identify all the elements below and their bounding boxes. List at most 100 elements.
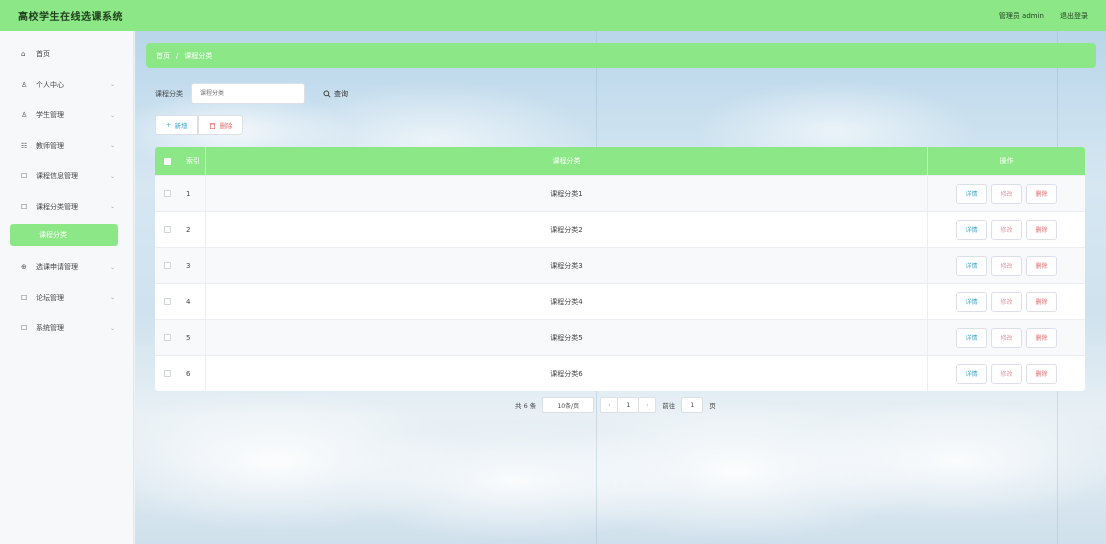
goto-label: 前往 <box>662 402 676 410</box>
edit-button[interactable]: 修改 <box>991 219 1022 240</box>
table-row: 2 课程分类2 详情 修改 删除 <box>155 211 1085 247</box>
top-header-bar: 高校学生在线选课系统 管理员 admin 退出登录 <box>0 0 1106 31</box>
course-category-table: 索引 课程分类 操作 1 课程分类1 详情 修改 删除 2 课程分类2 详情 修… <box>155 147 1085 391</box>
home-icon: ⌂ <box>21 50 26 59</box>
sidebar-item-profile[interactable]: ♙ 个人中心 ⌄ <box>0 70 133 101</box>
detail-button[interactable]: 详情 <box>956 255 987 276</box>
row-checkbox[interactable] <box>164 334 171 341</box>
sidebar-item-teachers[interactable]: ☷ 教师管理 ⌄ <box>0 131 133 162</box>
row-name: 课程分类4 <box>206 284 928 319</box>
sidebar-item-label: 课程信息管理 <box>36 172 78 181</box>
page-size-select[interactable]: 10条/页 <box>542 397 595 413</box>
row-name: 课程分类5 <box>206 320 928 355</box>
detail-button[interactable]: 详情 <box>956 327 987 348</box>
page-unit-label: 页 <box>709 402 716 410</box>
chevron-down-icon: ⌄ <box>109 203 115 211</box>
row-name: 课程分类1 <box>206 176 928 211</box>
pagination: 共 6 条 10条/页 ‹ 1 › 前往 1 页 <box>515 397 716 413</box>
row-index: 5 <box>180 320 206 355</box>
column-header-index: 索引 <box>180 147 206 175</box>
sidebar-item-label: 首页 <box>36 50 50 59</box>
row-name: 课程分类6 <box>206 356 928 391</box>
sidebar-item-label: 课程分类管理 <box>36 202 78 211</box>
prev-page-button[interactable]: ‹ <box>600 397 619 413</box>
add-button[interactable]: + 新增 <box>155 115 199 135</box>
chevron-down-icon: ⌄ <box>109 172 115 180</box>
sidebar-item-home[interactable]: ⌂ 首页 <box>0 39 133 70</box>
sidebar-item-label: 选课申请管理 <box>36 263 78 272</box>
search-label: 课程分类 <box>155 89 183 98</box>
header-actions: 管理员 admin 退出登录 <box>999 11 1088 21</box>
sidebar-item-label: 个人中心 <box>36 80 64 89</box>
sidebar-item-enrollment[interactable]: ⊕ 选课申请管理 ⌄ <box>0 252 133 283</box>
search-bar: 课程分类 查询 <box>155 83 352 104</box>
logout-link[interactable]: 退出登录 <box>1060 11 1088 21</box>
next-page-button[interactable]: › <box>638 397 657 413</box>
row-checkbox[interactable] <box>164 190 171 197</box>
delete-button[interactable]: 删除 <box>1026 219 1057 240</box>
sidebar-item-system[interactable]: ☐ 系统管理 ⌄ <box>0 313 133 344</box>
edit-button[interactable]: 修改 <box>991 255 1022 276</box>
search-input[interactable] <box>191 83 305 104</box>
square-icon: ☐ <box>21 202 28 211</box>
table-row: 5 课程分类5 详情 修改 删除 <box>155 319 1085 355</box>
edit-button[interactable]: 修改 <box>991 363 1022 384</box>
row-checkbox[interactable] <box>164 370 171 377</box>
chevron-down-icon: ⌄ <box>109 294 115 302</box>
user-icon: ♙ <box>21 80 28 89</box>
sidebar-item-forum[interactable]: ☐ 论坛管理 ⌄ <box>0 283 133 314</box>
sidebar-item-students[interactable]: ♙ 学生管理 ⌄ <box>0 100 133 131</box>
row-index: 2 <box>180 212 206 247</box>
delete-button[interactable]: 删除 <box>1026 291 1057 312</box>
edit-button[interactable]: 修改 <box>991 183 1022 204</box>
chevron-down-icon: ⌄ <box>109 324 115 332</box>
detail-button[interactable]: 详情 <box>956 183 987 204</box>
breadcrumb: 首页 / 课程分类 <box>146 43 1096 68</box>
delete-button[interactable]: 删除 <box>1026 327 1057 348</box>
select-all-checkbox[interactable] <box>164 157 171 165</box>
row-checkbox[interactable] <box>164 226 171 233</box>
current-user: 管理员 admin <box>998 11 1044 20</box>
grid-icon: ☷ <box>21 141 28 150</box>
action-buttons: + 新增 删除 <box>155 115 244 135</box>
delete-button[interactable]: 删除 <box>1026 255 1057 276</box>
sidebar-item-label: 学生管理 <box>36 111 64 120</box>
edit-button[interactable]: 修改 <box>991 327 1022 348</box>
sidebar-item-label: 论坛管理 <box>36 293 64 302</box>
sidebar-item-course-category[interactable]: ☐ 课程分类管理 ⌄ <box>0 192 133 223</box>
add-button-label: 新增 <box>174 122 188 130</box>
main-content: 首页 / 课程分类 课程分类 查询 + 新增 删除 <box>135 31 1106 544</box>
chevron-down-icon: ⌄ <box>109 263 115 271</box>
app-title: 高校学生在线选课系统 <box>18 12 123 23</box>
search-button[interactable]: 查询 <box>319 83 352 104</box>
breadcrumb-current: 课程分类 <box>184 51 213 60</box>
sidebar: ⌂ 首页 ♙ 个人中心 ⌄ ♙ 学生管理 ⌄ ☷ 教师管理 ⌄ ☐ 课程信息管理… <box>0 31 134 544</box>
chevron-down-icon: ⌄ <box>109 111 115 119</box>
page-jump-input[interactable]: 1 <box>681 397 704 413</box>
row-index: 3 <box>180 248 206 283</box>
row-index: 6 <box>180 356 206 391</box>
edit-button[interactable]: 修改 <box>991 291 1022 312</box>
delete-button[interactable]: 删除 <box>1026 363 1057 384</box>
row-name: 课程分类3 <box>206 248 928 283</box>
delete-button[interactable]: 删除 <box>1026 183 1057 204</box>
breadcrumb-home[interactable]: 首页 <box>156 51 170 61</box>
table-row: 6 课程分类6 详情 修改 删除 <box>155 355 1085 391</box>
user-icon: ♙ <box>21 111 28 120</box>
sidebar-item-label: 系统管理 <box>36 324 64 333</box>
current-page[interactable]: 1 <box>618 397 639 413</box>
page-nav: ‹ 1 › <box>600 397 657 413</box>
batch-delete-button[interactable]: 删除 <box>198 115 244 135</box>
search-icon <box>323 89 331 98</box>
chevron-down-icon: ⌄ <box>109 142 115 150</box>
row-index: 4 <box>180 284 206 319</box>
row-name: 课程分类2 <box>206 212 928 247</box>
sidebar-subitem-course-category[interactable]: 课程分类 <box>10 224 118 246</box>
row-checkbox[interactable] <box>164 262 171 269</box>
detail-button[interactable]: 详情 <box>956 291 987 312</box>
sidebar-item-course-info[interactable]: ☐ 课程信息管理 ⌄ <box>0 161 133 192</box>
detail-button[interactable]: 详情 <box>956 219 987 240</box>
detail-button[interactable]: 详情 <box>956 363 987 384</box>
row-checkbox[interactable] <box>164 298 171 305</box>
table-row: 4 课程分类4 详情 修改 删除 <box>155 283 1085 319</box>
